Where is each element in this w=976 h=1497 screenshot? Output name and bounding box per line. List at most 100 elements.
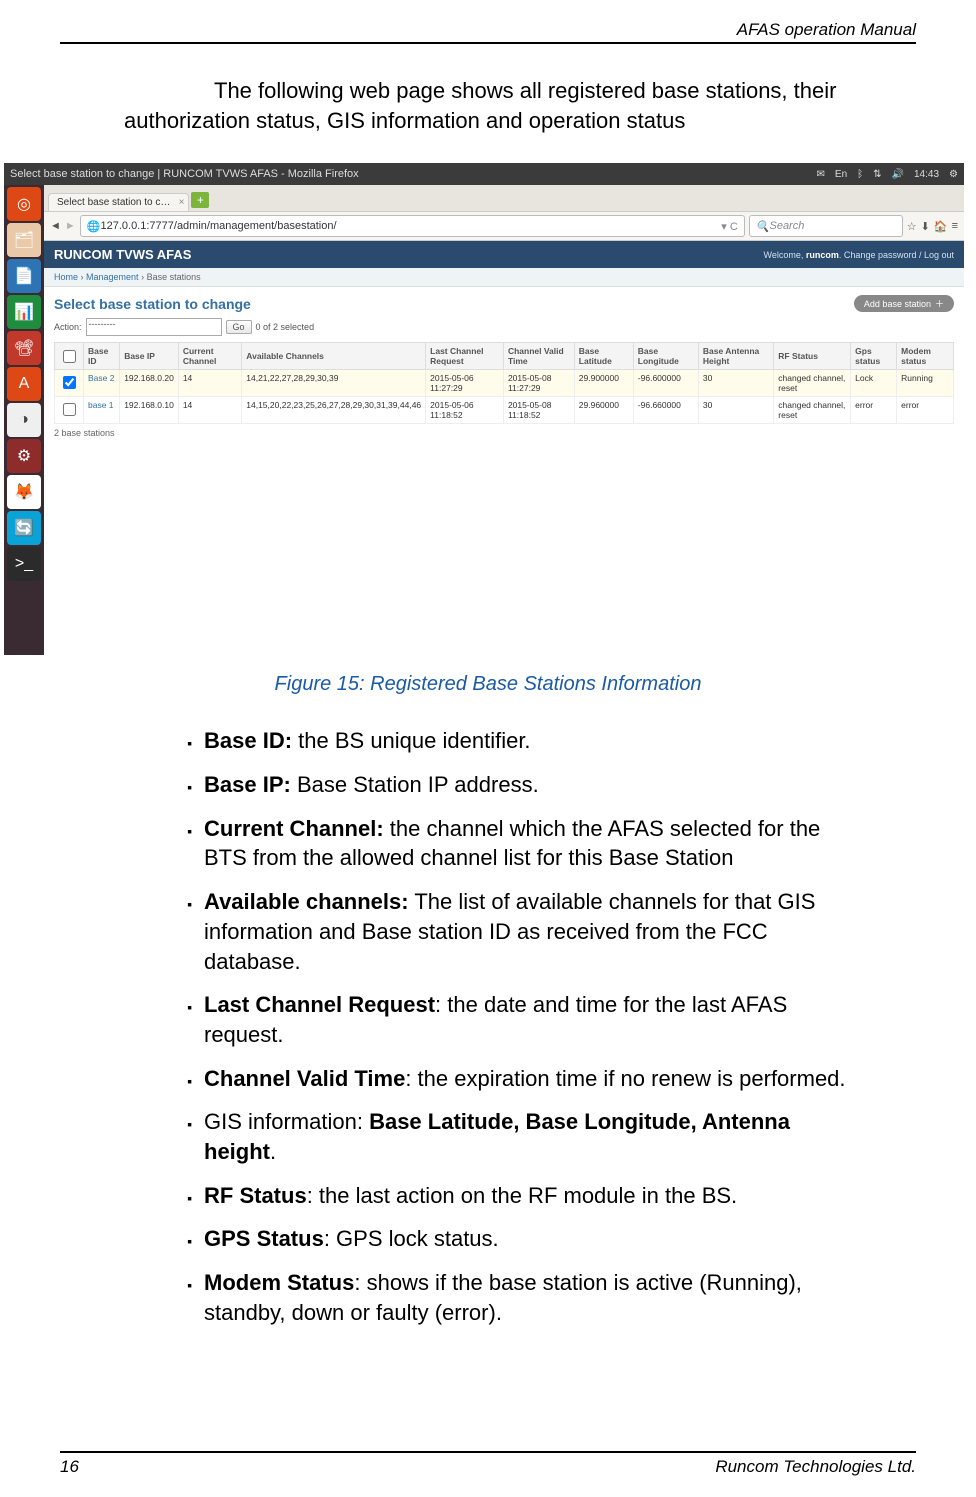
table-row: base 1 192.168.0.101414,15,20,22,23,25,26… [55,397,954,424]
search-input[interactable]: 🔍 Search [749,215,903,237]
col-header[interactable]: Base ID [84,343,120,370]
cell: 2015-05-06 11:18:52 [426,397,504,424]
eclipse-icon[interactable]: ◑ [7,403,41,437]
figure-caption: Figure 15: Registered Base Stations Info… [60,673,916,696]
col-header[interactable]: Base Longitude [633,343,698,370]
url-toolbar: ◄ ► 🌐 127.0.0.1:7777/admin/management/ba… [44,212,964,241]
cell: 14 [178,397,241,424]
cell: error [851,397,897,424]
screenshot-figure: Select base station to change | RUNCOM T… [4,163,964,655]
col-header[interactable]: Current Channel [178,343,241,370]
cell: 29.900000 [574,370,633,397]
list-item: GIS information: Base Latitude, Base Lon… [200,1107,866,1166]
cell: changed channel, reset [774,370,851,397]
ubuntu-launcher: ◎ 🗂 📄 📊 📽 A ◑ ⚙ 🦊 🔄 >_ [4,185,44,655]
files-icon[interactable]: 🗂 [7,223,41,257]
page-title: Select base station to change [54,296,251,312]
cell: 2015-05-08 11:18:52 [503,397,574,424]
cell: 2015-05-06 11:27:29 [426,370,504,397]
download-icon[interactable]: ⬇ [921,220,930,233]
url-input[interactable]: 🌐 127.0.0.1:7777/admin/management/basest… [80,215,745,237]
col-header[interactable]: RF Status [774,343,851,370]
cell: 14,15,20,22,23,25,26,27,28,29,30,31,39,4… [242,397,426,424]
crumb-mgmt[interactable]: Management [86,272,139,282]
list-item: Base IP: Base Station IP address. [200,770,866,800]
cell: base 1 [84,397,120,424]
home-icon[interactable]: 🏠 [934,220,948,233]
calc-icon[interactable]: 📊 [7,295,41,329]
terminal-icon[interactable]: >_ [7,547,41,581]
table-row: Base 2192.168.0.201414,21,22,27,28,29,30… [55,370,954,397]
lang-indicator[interactable]: En [835,169,847,180]
star-icon[interactable]: ☆ [907,220,917,233]
cell: -96.660000 [633,397,698,424]
settings-icon[interactable]: ⚙ [7,439,41,473]
dash-icon[interactable]: ◎ [7,187,41,221]
col-header[interactable]: Gps status [851,343,897,370]
cell: 29.960000 [574,397,633,424]
select-all-checkbox[interactable] [63,350,76,363]
col-header[interactable]: Base IP [120,343,179,370]
header-rule [60,42,916,44]
url-text: 127.0.0.1:7777/admin/management/basestat… [100,220,336,232]
col-header[interactable] [55,343,84,370]
col-header[interactable]: Channel Valid Time [503,343,574,370]
cell: -96.600000 [633,370,698,397]
col-header[interactable]: Available Channels [242,343,426,370]
welcome-text: Welcome, runcom. Change password / Log o… [764,250,954,260]
field-descriptions: Base ID: the BS unique identifier. Base I… [160,726,866,1327]
base-id-link[interactable]: base 1 [88,400,114,410]
cell: 192.168.0.10 [120,397,179,424]
list-item: Channel Valid Time: the expiration time … [200,1064,866,1094]
action-select[interactable]: --------- [86,318,222,336]
firefox-icon[interactable]: 🦊 [7,475,41,509]
gear-icon[interactable]: ⚙ [949,169,958,180]
browser-tab[interactable]: Select base station to c… × [48,193,189,211]
list-item: Base ID: the BS unique identifier. [200,726,866,756]
bt-icon[interactable]: ᛒ [857,169,863,180]
list-item: Modem Status: shows if the base station … [200,1268,866,1327]
base-id-link[interactable]: Base 2 [88,373,114,383]
impress-icon[interactable]: 📽 [7,331,41,365]
page-number: 16 [60,1457,79,1477]
selected-count: 0 of 2 selected [256,322,315,332]
go-button[interactable]: Go [226,320,252,334]
vol-icon[interactable]: 🔊 [892,169,904,180]
page-footer: 16 Runcom Technologies Ltd. [60,1451,916,1477]
tab-label: Select base station to c… [57,197,170,208]
col-header[interactable]: Last Channel Request [426,343,504,370]
cell: 30 [698,397,773,424]
software-icon[interactable]: A [7,367,41,401]
col-header[interactable]: Base Antenna Height [698,343,773,370]
search-placeholder: Search [769,220,804,232]
app-icon[interactable]: 🔄 [7,511,41,545]
cell: 14 [178,370,241,397]
cell: Running [897,370,954,397]
new-tab-button[interactable]: + [191,192,209,208]
row-checkbox[interactable] [63,403,76,416]
cell: error [897,397,954,424]
crumb-home[interactable]: Home [54,272,78,282]
cell: 14,21,22,27,28,29,30,39 [242,370,426,397]
col-header[interactable]: Base Latitude [574,343,633,370]
clock[interactable]: 14:43 [914,169,939,180]
firefox-tab-strip: Select base station to c… × + [44,185,964,212]
brand-title: RUNCOM TVWS AFAS [54,247,191,262]
back-button[interactable]: ◄ [50,220,61,232]
menu-icon[interactable]: ≡ [952,220,958,232]
close-icon[interactable]: × [179,197,185,208]
cell: Lock [851,370,897,397]
cell [55,370,84,397]
add-base-station-button[interactable]: Add base station＋ [854,295,954,312]
list-item: RF Status: the last action on the RF mod… [200,1181,866,1211]
col-header[interactable]: Modem status [897,343,954,370]
crumb-here: Base stations [147,272,201,282]
writer-icon[interactable]: 📄 [7,259,41,293]
action-label: Action: [54,322,82,332]
forward-button[interactable]: ► [65,220,76,232]
row-checkbox[interactable] [63,376,76,389]
cell: 2015-05-08 11:27:29 [503,370,574,397]
intro-paragraph: The following web page shows all registe… [124,76,868,135]
mail-icon[interactable]: ✉ [817,169,825,180]
net-icon[interactable]: ⇅ [873,169,881,180]
